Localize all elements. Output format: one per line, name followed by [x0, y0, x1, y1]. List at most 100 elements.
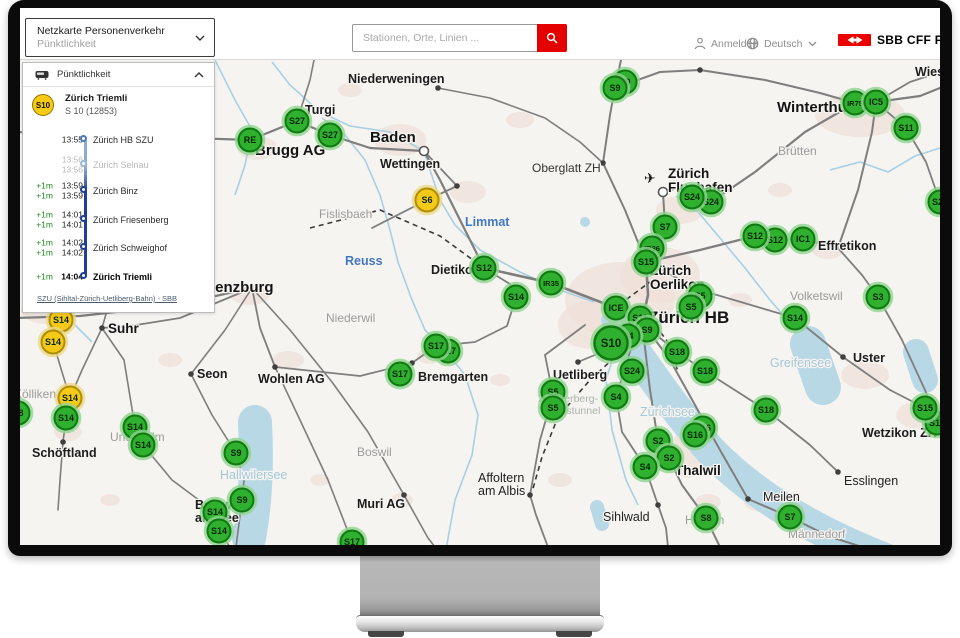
svg-text:S6: S6: [421, 195, 432, 205]
line-badge[interactable]: S14: [52, 404, 80, 432]
line-badge[interactable]: S14: [205, 517, 233, 545]
line-badge[interactable]: S27: [316, 121, 344, 149]
line-badge[interactable]: S3: [864, 283, 892, 311]
search-input[interactable]: [353, 25, 537, 51]
svg-text:S27: S27: [289, 116, 305, 126]
svg-text:S14: S14: [787, 313, 803, 323]
line-badge[interactable]: S18: [752, 396, 780, 424]
stop-node: [80, 272, 87, 279]
line-badge[interactable]: S4: [631, 453, 659, 481]
svg-text:S18: S18: [758, 405, 774, 415]
line-badge[interactable]: S14: [39, 328, 67, 356]
svg-text:S14: S14: [62, 393, 78, 403]
line-badge[interactable]: S18: [663, 338, 691, 366]
svg-text:S27: S27: [322, 130, 338, 140]
map-label: Volketswil: [790, 289, 843, 303]
line-badge[interactable]: S14: [502, 283, 530, 311]
stop-node: [80, 215, 87, 222]
line-badge[interactable]: S14: [781, 304, 809, 332]
line-badge[interactable]: S17: [422, 332, 450, 360]
svg-text:S14: S14: [207, 507, 223, 517]
line-badge[interactable]: S5: [677, 293, 705, 321]
language-selector[interactable]: Deutsch: [746, 37, 817, 50]
line-badge[interactable]: S6: [413, 186, 441, 214]
train-badge: S10: [32, 94, 54, 116]
line-badge[interactable]: S12: [741, 222, 769, 250]
line-badge[interactable]: S4: [602, 383, 630, 411]
svg-text:S24: S24: [624, 366, 640, 376]
line-badge[interactable]: S27: [283, 107, 311, 135]
map-label: Wettingen: [380, 157, 440, 171]
svg-text:S18: S18: [669, 347, 685, 357]
sbb-logo[interactable]: SBB CFF FFS: [838, 33, 940, 47]
svg-text:S14: S14: [53, 315, 69, 325]
screen: NiederweningenTurgiBadenBrugg AGWettinge…: [20, 8, 940, 545]
page: NiederweningenTurgiBadenBrugg AGWettinge…: [0, 0, 960, 638]
svg-text:IR35: IR35: [543, 279, 559, 288]
line-badge[interactable]: S17: [338, 528, 366, 545]
line-badge[interactable]: S7: [776, 503, 804, 531]
sbb-flag-icon: [838, 34, 871, 46]
line-badge[interactable]: S24: [618, 357, 646, 385]
map-label: Zürichsee: [640, 405, 695, 419]
line-badge[interactable]: IC5: [862, 88, 890, 116]
map-type-dropdown[interactable]: Netzkarte Personenverkehr Pünktlichkeit: [25, 18, 215, 57]
line-badge[interactable]: S17: [386, 360, 414, 388]
svg-text:S4: S4: [610, 392, 621, 402]
map-label: Meilen: [763, 490, 800, 504]
svg-text:S8: S8: [700, 513, 711, 523]
map-label: Greifensee: [770, 356, 831, 370]
svg-text:S9: S9: [609, 83, 620, 93]
svg-text:S5: S5: [685, 302, 696, 312]
map-label: Affoltern: [478, 471, 524, 485]
line-badge[interactable]: RE: [236, 126, 264, 154]
map-label: Brugg AG: [255, 142, 325, 159]
line-badge[interactable]: IR35: [537, 269, 565, 297]
svg-text:S9: S9: [236, 495, 247, 505]
train-name: Zürich Triemli: [65, 93, 127, 104]
line-badge[interactable]: IC1: [789, 225, 817, 253]
globe-icon: [746, 37, 759, 50]
map-label: Oberglatt ZH: [532, 161, 601, 175]
line-badge[interactable]: S12: [470, 254, 498, 282]
map-label: Zürich: [668, 166, 709, 181]
svg-text:S2: S2: [663, 453, 674, 463]
line-badge[interactable]: S9: [228, 486, 256, 514]
map-label: Baden: [370, 129, 416, 146]
svg-text:ICE: ICE: [608, 303, 623, 313]
map-label: am Albis: [478, 484, 525, 498]
dropdown-title: Netzkarte Personenverkehr: [37, 25, 188, 38]
svg-text:S17: S17: [428, 341, 444, 351]
stop-node: [80, 135, 87, 142]
map-label: Brütten: [778, 144, 817, 158]
line-badge[interactable]: S11: [892, 114, 920, 142]
map-label: ✈: [644, 170, 656, 186]
operator-link[interactable]: SZU (Sihltal-Zürich-Uetliberg-Bahn) - SB…: [37, 294, 177, 303]
panel-header[interactable]: Pünktlichkeit: [23, 63, 214, 87]
line-badge[interactable]: S16: [681, 421, 709, 449]
line-badge[interactable]: S9: [222, 439, 250, 467]
line-badge[interactable]: S8: [692, 504, 720, 532]
line-badge[interactable]: S15: [632, 248, 660, 276]
line-badge[interactable]: S18: [691, 357, 719, 385]
line-badge[interactable]: S5: [539, 394, 567, 422]
map-label: Suhr: [108, 321, 139, 336]
stop-node: [80, 186, 87, 193]
svg-text:S14: S14: [45, 337, 61, 347]
search-button[interactable]: [537, 24, 567, 52]
line-badge[interactable]: S14: [129, 431, 157, 459]
line-badge[interactable]: S15: [911, 394, 939, 422]
line-badge[interactable]: S24: [678, 183, 706, 211]
svg-text:S14: S14: [508, 292, 524, 302]
svg-text:S14: S14: [211, 526, 227, 536]
monitor-foot-right: [556, 631, 592, 637]
svg-text:S5: S5: [547, 403, 558, 413]
line-badge[interactable]: S9: [601, 74, 629, 102]
stop-node: [80, 243, 87, 250]
monitor-base: [356, 615, 604, 632]
map-label: Uster: [853, 351, 885, 365]
search-box: [352, 24, 567, 52]
line-badge[interactable]: S10: [592, 324, 630, 362]
map-label: Niederweningen: [348, 72, 445, 86]
line-badge[interactable]: S26: [926, 188, 940, 216]
